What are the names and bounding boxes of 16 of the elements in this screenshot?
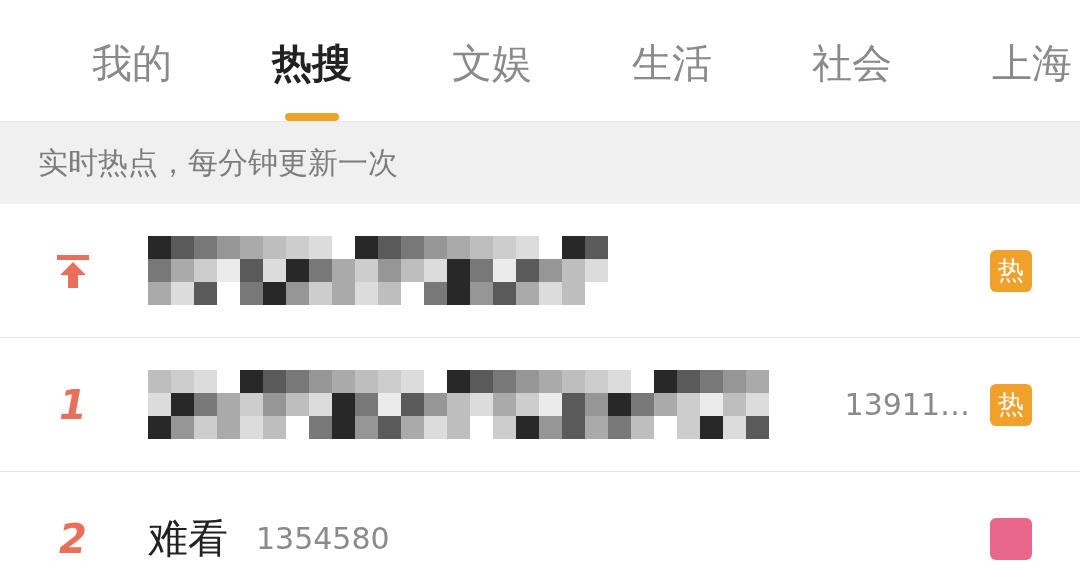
rank-number: 1 — [59, 381, 87, 428]
rank-number: 2 — [59, 515, 87, 562]
tab[interactable]: 上海 — [992, 0, 1072, 121]
heat-count: 1354580 — [256, 521, 390, 556]
tab[interactable]: 我的 — [92, 0, 172, 121]
heat-count: 13911… — [844, 387, 970, 422]
topic-title[interactable]: 难看 — [148, 511, 228, 566]
notice-text: 实时热点，每分钟更新一次 — [38, 143, 398, 182]
hot-badge: 热 — [990, 249, 1032, 292]
tab[interactable]: 热搜 — [272, 0, 352, 121]
hot-badge: 热 — [990, 383, 1032, 426]
tab[interactable]: 文娱 — [452, 0, 532, 121]
pin-top-icon — [55, 252, 91, 289]
tab[interactable]: 生活 — [632, 0, 712, 121]
tab-indicator — [285, 113, 339, 121]
tab[interactable]: 社会 — [812, 0, 892, 121]
